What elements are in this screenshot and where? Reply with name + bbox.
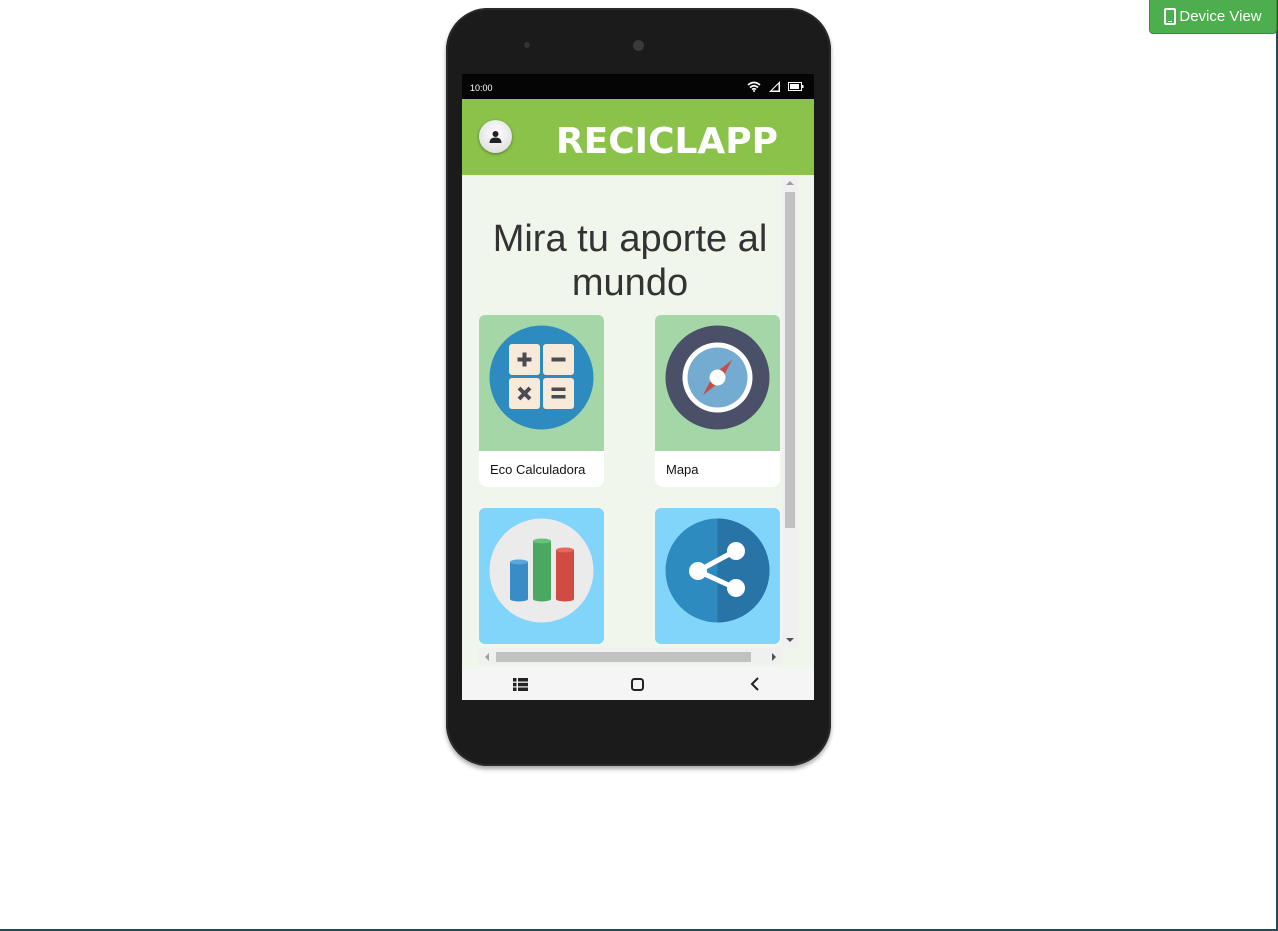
calculator-icon [489, 325, 594, 430]
card-statistics[interactable] [479, 508, 604, 644]
status-time: 10:00 [470, 83, 493, 93]
nav-menu-button[interactable] [500, 668, 540, 700]
compass-icon [665, 325, 770, 430]
back-chevron-icon [750, 677, 759, 691]
device-view-label: Device View [1179, 8, 1262, 25]
phone-speaker [524, 42, 530, 48]
app-title: RECICLAPP [555, 121, 779, 162]
bar-chart-icon [489, 518, 594, 623]
vertical-scroll-thumb[interactable] [785, 192, 795, 528]
wifi-icon [747, 81, 761, 92]
home-square-icon [630, 677, 644, 691]
card-label: Mapa [655, 451, 780, 487]
card-label: Eco Calculadora [479, 451, 604, 487]
card-share[interactable] [655, 508, 780, 644]
horizontal-scroll-thumb[interactable] [496, 652, 751, 662]
vertical-scrollbar[interactable] [782, 175, 798, 648]
status-bar: 10:00 [462, 74, 814, 99]
page-headline: Mira tu aporte al mundo [492, 218, 768, 304]
card-image [655, 315, 780, 451]
app-header: RECICLAPP [462, 99, 814, 175]
share-icon [665, 518, 770, 623]
android-nav-bar [462, 668, 814, 700]
menu-list-icon [512, 677, 528, 691]
nav-back-button[interactable] [734, 668, 774, 700]
profile-button[interactable] [479, 120, 512, 153]
nav-home-button[interactable] [617, 668, 657, 700]
phone-frame: 10:00 RECICLAPP Mira tu aporte al mundo … [446, 8, 831, 766]
card-image [479, 315, 604, 451]
scroll-right-arrow[interactable] [772, 653, 776, 661]
card-image [655, 508, 780, 644]
device-view-button[interactable]: Device View [1149, 0, 1277, 34]
card-mapa[interactable]: Mapa [655, 315, 780, 487]
phone-screen: 10:00 RECICLAPP Mira tu aporte al mundo … [462, 74, 814, 700]
battery-icon [788, 82, 804, 91]
card-eco-calculadora[interactable]: Eco Calculadora [479, 315, 604, 487]
mobile-phone-icon [1164, 8, 1177, 25]
scroll-left-arrow[interactable] [485, 653, 489, 661]
phone-camera [633, 40, 644, 51]
horizontal-scrollbar[interactable] [479, 648, 782, 665]
scroll-up-arrow[interactable] [786, 181, 794, 185]
card-image [479, 508, 604, 644]
signal-icon [769, 81, 780, 92]
main-content: Mira tu aporte al mundo Eco Calculadora … [462, 175, 798, 648]
user-icon [489, 131, 502, 143]
scroll-down-arrow[interactable] [786, 638, 794, 642]
